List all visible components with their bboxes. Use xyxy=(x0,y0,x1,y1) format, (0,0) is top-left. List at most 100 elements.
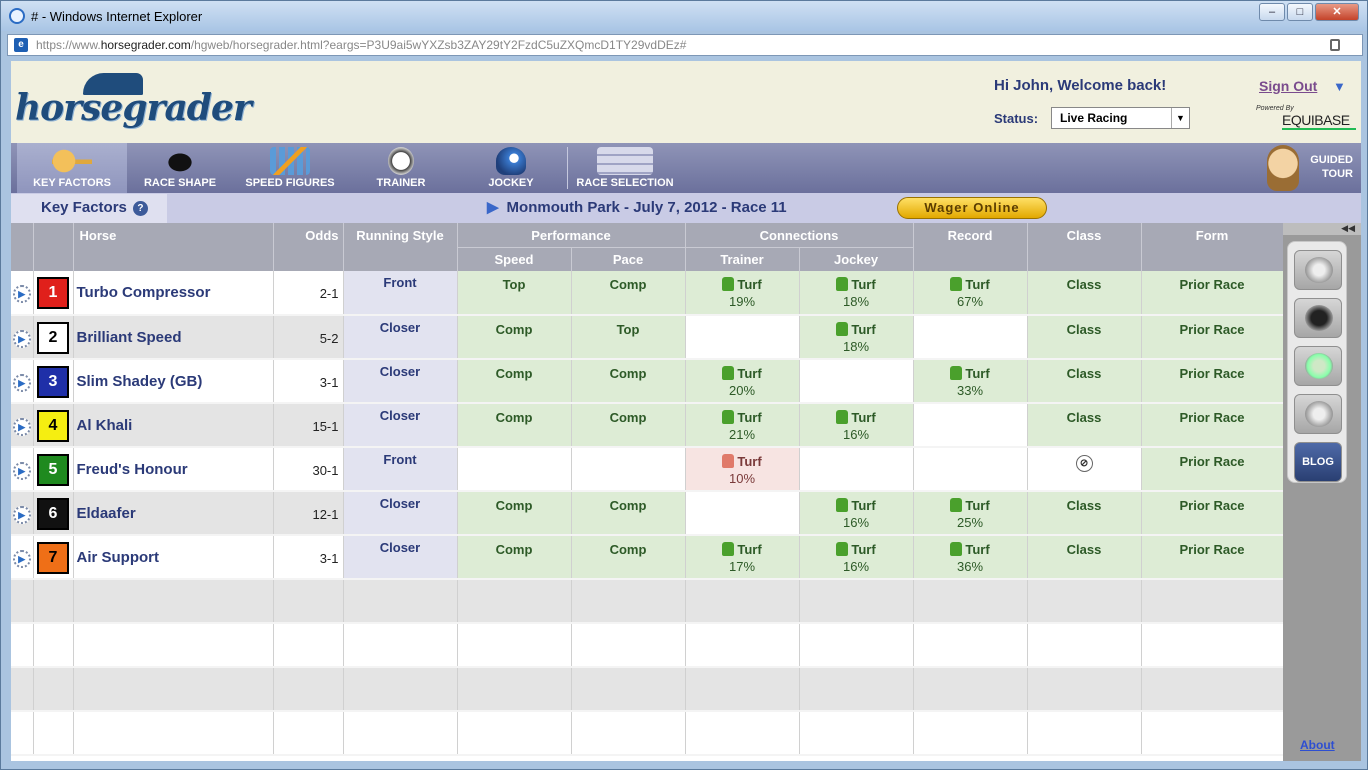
expand-row-button[interactable]: ▶ xyxy=(11,315,34,360)
race-title[interactable]: ▶ Monmouth Park - July 7, 2012 - Race 11 xyxy=(487,198,787,216)
play-icon[interactable]: ▶ xyxy=(12,374,31,392)
table-row[interactable]: ▶ 1 Turbo Compressor 2-1 Front Top Comp Turf 19%… xyxy=(11,271,1284,316)
form-cell[interactable]: Prior Race xyxy=(1141,359,1284,404)
speed-cell[interactable]: Comp xyxy=(457,359,572,404)
sign-out-link[interactable]: Sign Out xyxy=(1259,78,1317,94)
header-pace[interactable]: Pace xyxy=(571,246,686,271)
close-button[interactable]: ✕ xyxy=(1315,3,1359,21)
collapse-sidebar-button[interactable]: ◀◀ xyxy=(1283,223,1361,235)
address-bar[interactable]: e https://www.horsegrader.com/hgweb/hors… xyxy=(7,34,1363,56)
speed-cell[interactable]: Comp xyxy=(457,403,572,448)
expand-row-button[interactable]: ▶ xyxy=(11,271,34,316)
form-cell[interactable]: Prior Race xyxy=(1141,491,1284,536)
pace-cell[interactable]: Comp xyxy=(571,271,686,316)
expand-row-button[interactable]: ▶ xyxy=(11,359,34,404)
running-style-value[interactable]: Closer xyxy=(343,359,458,404)
form-cell[interactable]: Prior Race xyxy=(1141,535,1284,580)
dropdown-arrow-icon[interactable]: ▼ xyxy=(1171,108,1189,128)
class-cell[interactable]: Class xyxy=(1027,491,1142,536)
chevron-down-icon[interactable]: ▼ xyxy=(1333,79,1346,94)
header-running-style[interactable]: Running Style xyxy=(343,223,458,271)
jockey-cell[interactable]: Turf 16% xyxy=(799,403,914,448)
jockey-cell[interactable] xyxy=(799,359,914,404)
header-horse[interactable]: Horse xyxy=(73,223,274,271)
horse-name[interactable]: Brilliant Speed xyxy=(73,315,274,360)
play-icon[interactable]: ▶ xyxy=(12,550,31,568)
speed-cell[interactable] xyxy=(457,447,572,492)
blog-button[interactable]: BLOG xyxy=(1294,442,1342,482)
table-row[interactable]: ▶ 5 Freud's Honour 30-1 Front Turf 10% ⊘ Prior R… xyxy=(11,447,1284,492)
maximize-button[interactable]: □ xyxy=(1287,3,1313,21)
status-select[interactable]: Live Racing ▼ xyxy=(1051,107,1190,129)
horse-name[interactable]: Turbo Compressor xyxy=(73,271,274,316)
about-link[interactable]: About xyxy=(1300,738,1335,752)
running-style-value[interactable]: Closer xyxy=(343,403,458,448)
settings-button[interactable] xyxy=(1294,394,1342,434)
horse-name[interactable]: Eldaafer xyxy=(73,491,274,536)
class-cell[interactable]: Class xyxy=(1027,535,1142,580)
jockey-cell[interactable]: Turf 16% xyxy=(799,535,914,580)
record-cell[interactable]: Turf 67% xyxy=(913,271,1028,316)
pace-cell[interactable]: Comp xyxy=(571,491,686,536)
header-jockey[interactable]: Jockey xyxy=(799,246,914,271)
logo[interactable]: horsegrader xyxy=(15,87,252,129)
table-row[interactable]: ▶ 4 Al Khali 15-1 Closer Comp Comp Turf 21% Turf 1… xyxy=(11,403,1284,448)
jockey-cell[interactable]: Turf 16% xyxy=(799,491,914,536)
track-button[interactable] xyxy=(1294,346,1342,386)
pace-cell[interactable]: Comp xyxy=(571,403,686,448)
nav-key-factors[interactable]: KEY FACTORS xyxy=(17,143,127,193)
table-row[interactable]: ▶ 6 Eldaafer 12-1 Closer Comp Comp Turf 16% Turf 2… xyxy=(11,491,1284,536)
header-trainer[interactable]: Trainer xyxy=(685,246,800,271)
table-row[interactable]: ▶ 2 Brilliant Speed 5-2 Closer Comp Top Turf 18%… xyxy=(11,315,1284,360)
jockey-cell[interactable]: Turf 18% xyxy=(799,271,914,316)
speed-cell[interactable]: Top xyxy=(457,271,572,316)
guided-tour-button[interactable]: GUIDED TOUR xyxy=(1261,143,1361,193)
nav-race-selection[interactable]: RACE SELECTION xyxy=(571,143,679,193)
pace-cell[interactable]: Top xyxy=(571,315,686,360)
expand-row-button[interactable]: ▶ xyxy=(11,447,34,492)
minimize-button[interactable]: – xyxy=(1259,3,1285,21)
nav-jockey[interactable]: JOCKEY xyxy=(471,143,551,193)
class-cell[interactable]: Class xyxy=(1027,403,1142,448)
record-cell[interactable]: Turf 25% xyxy=(913,491,1028,536)
header-form[interactable]: Form xyxy=(1141,223,1284,271)
help-icon[interactable]: ? xyxy=(132,201,148,216)
horse-name[interactable]: Freud's Honour xyxy=(73,447,274,492)
trainer-cell[interactable]: Turf 10% xyxy=(685,447,800,492)
expand-row-button[interactable]: ▶ xyxy=(11,403,34,448)
running-style-value[interactable]: Front xyxy=(343,271,458,316)
address-url[interactable]: https://www.horsegrader.com/hgweb/horseg… xyxy=(36,38,686,52)
running-style-value[interactable]: Closer xyxy=(343,491,458,536)
class-cell[interactable]: Class xyxy=(1027,315,1142,360)
running-style-value[interactable]: Closer xyxy=(343,535,458,580)
tab-key-factors[interactable]: Key Factors? xyxy=(11,194,167,223)
speed-cell[interactable]: Comp xyxy=(457,535,572,580)
header-record[interactable]: Record xyxy=(913,223,1028,271)
form-cell[interactable]: Prior Race xyxy=(1141,447,1284,492)
record-cell[interactable] xyxy=(913,447,1028,492)
play-icon[interactable]: ▶ xyxy=(12,462,31,480)
form-cell[interactable]: Prior Race xyxy=(1141,403,1284,448)
play-icon[interactable]: ▶ xyxy=(12,330,31,348)
record-cell[interactable]: Turf 33% xyxy=(913,359,1028,404)
speed-cell[interactable]: Comp xyxy=(457,315,572,360)
nav-speed-figures[interactable]: SPEED FIGURES xyxy=(239,143,341,193)
record-cell[interactable] xyxy=(913,315,1028,360)
jockey-cell[interactable]: Turf 18% xyxy=(799,315,914,360)
trainer-cell[interactable]: Turf 21% xyxy=(685,403,800,448)
running-style-value[interactable]: Closer xyxy=(343,315,458,360)
form-cell[interactable]: Prior Race xyxy=(1141,271,1284,316)
horse-name[interactable]: Al Khali xyxy=(73,403,274,448)
speed-cell[interactable]: Comp xyxy=(457,491,572,536)
table-row[interactable]: ▶ 7 Air Support 3-1 Closer Comp Comp Turf 17% Tur… xyxy=(11,535,1284,580)
horse-name[interactable]: Slim Shadey (GB) xyxy=(73,359,274,404)
help-sidebar-button[interactable] xyxy=(1294,250,1342,290)
pace-cell[interactable] xyxy=(571,447,686,492)
jockey-cell[interactable] xyxy=(799,447,914,492)
play-icon[interactable]: ▶ xyxy=(12,285,31,303)
trainer-cell[interactable]: Turf 17% xyxy=(685,535,800,580)
table-row[interactable]: ▶ 3 Slim Shadey (GB) 3-1 Closer Comp Comp Turf 2… xyxy=(11,359,1284,404)
tutorial-button[interactable] xyxy=(1294,298,1342,338)
expand-row-button[interactable]: ▶ xyxy=(11,535,34,580)
class-cell[interactable]: Class xyxy=(1027,271,1142,316)
